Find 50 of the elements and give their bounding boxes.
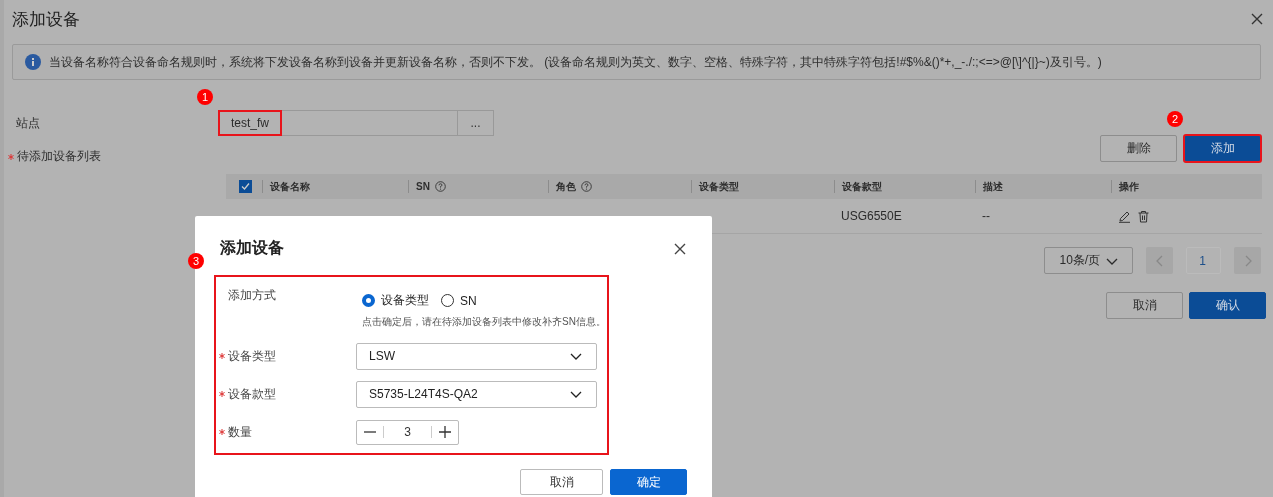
asterisk-icon xyxy=(219,353,225,359)
plus-icon[interactable] xyxy=(439,426,451,438)
close-icon[interactable] xyxy=(1251,13,1263,25)
dialog-title: 添加设备 xyxy=(220,238,284,258)
asterisk-icon xyxy=(8,153,14,160)
help-icon xyxy=(581,181,592,192)
browse-button[interactable]: ... xyxy=(458,110,494,136)
column-header: 设备类型 xyxy=(699,179,739,194)
column-header: 设备名称 xyxy=(270,179,310,194)
radio-option[interactable]: 设备类型 xyxy=(362,292,429,309)
help-icon xyxy=(434,181,446,192)
callout-number: 2 xyxy=(1167,111,1183,127)
page-title: 添加设备 xyxy=(12,8,80,31)
hint-text: 点击确定后，请在待添加设备列表中修改补齐SN信息。 xyxy=(361,315,597,329)
number-stepper[interactable]: 3 xyxy=(356,419,459,445)
column-header: 设备款型 xyxy=(842,179,882,194)
trash-icon[interactable] xyxy=(1137,209,1150,223)
pencil-icon[interactable] xyxy=(1118,209,1131,223)
field-label: 添加方式 xyxy=(228,287,276,304)
info-icon xyxy=(25,54,41,70)
footer-button[interactable]: 确认 xyxy=(1189,292,1266,319)
field-label: 站点 xyxy=(16,114,40,132)
callout-number: 3 xyxy=(188,253,204,269)
field-label: 设备款型 xyxy=(228,385,276,403)
radio-option[interactable]: SN xyxy=(441,292,477,309)
column-header: SN xyxy=(416,181,430,192)
column-header: 描述 xyxy=(983,179,1003,194)
footer-button[interactable]: 取消 xyxy=(1106,292,1183,319)
table-cell-text: USG6550E xyxy=(840,209,903,223)
asterisk-icon xyxy=(219,429,225,435)
page-number[interactable]: 1 xyxy=(1186,247,1221,274)
notice-text: 当设备名称符合设备命名规则时，系统将下发设备名称到设备并更新设备名称，否则不下发。 (设备命名规则为英文、数字、空格、特殊字符，其中特殊字符包括!#$%&()*+,_-./:;<=>@[\]^{|}~)及引号。) xyxy=(49,53,1102,71)
select-field[interactable]: S5735-L24T4S-QA2 xyxy=(356,380,597,408)
field-label: 设备类型 xyxy=(228,347,276,365)
toolbar-button[interactable]: 删除 xyxy=(1100,135,1177,162)
asterisk-icon xyxy=(219,391,225,397)
field-label: 数量 xyxy=(228,423,252,441)
page-size-select[interactable]: 10条/页 xyxy=(1044,247,1134,274)
close-icon[interactable] xyxy=(674,242,686,255)
select-field[interactable]: LSW xyxy=(356,342,597,370)
toolbar-button[interactable]: 添加 xyxy=(1184,135,1261,162)
column-header: 操作 xyxy=(1119,179,1139,194)
dialog-button[interactable]: 确定 xyxy=(610,469,687,495)
field-label: 待添加设备列表 xyxy=(17,148,101,165)
checkbox[interactable] xyxy=(239,180,252,193)
callout-number: 1 xyxy=(197,89,213,105)
column-header: 角色 xyxy=(556,179,576,194)
dialog-button[interactable]: 取消 xyxy=(520,469,603,495)
table-cell-text: -- xyxy=(981,209,991,223)
site-value: test_fw xyxy=(219,111,281,135)
